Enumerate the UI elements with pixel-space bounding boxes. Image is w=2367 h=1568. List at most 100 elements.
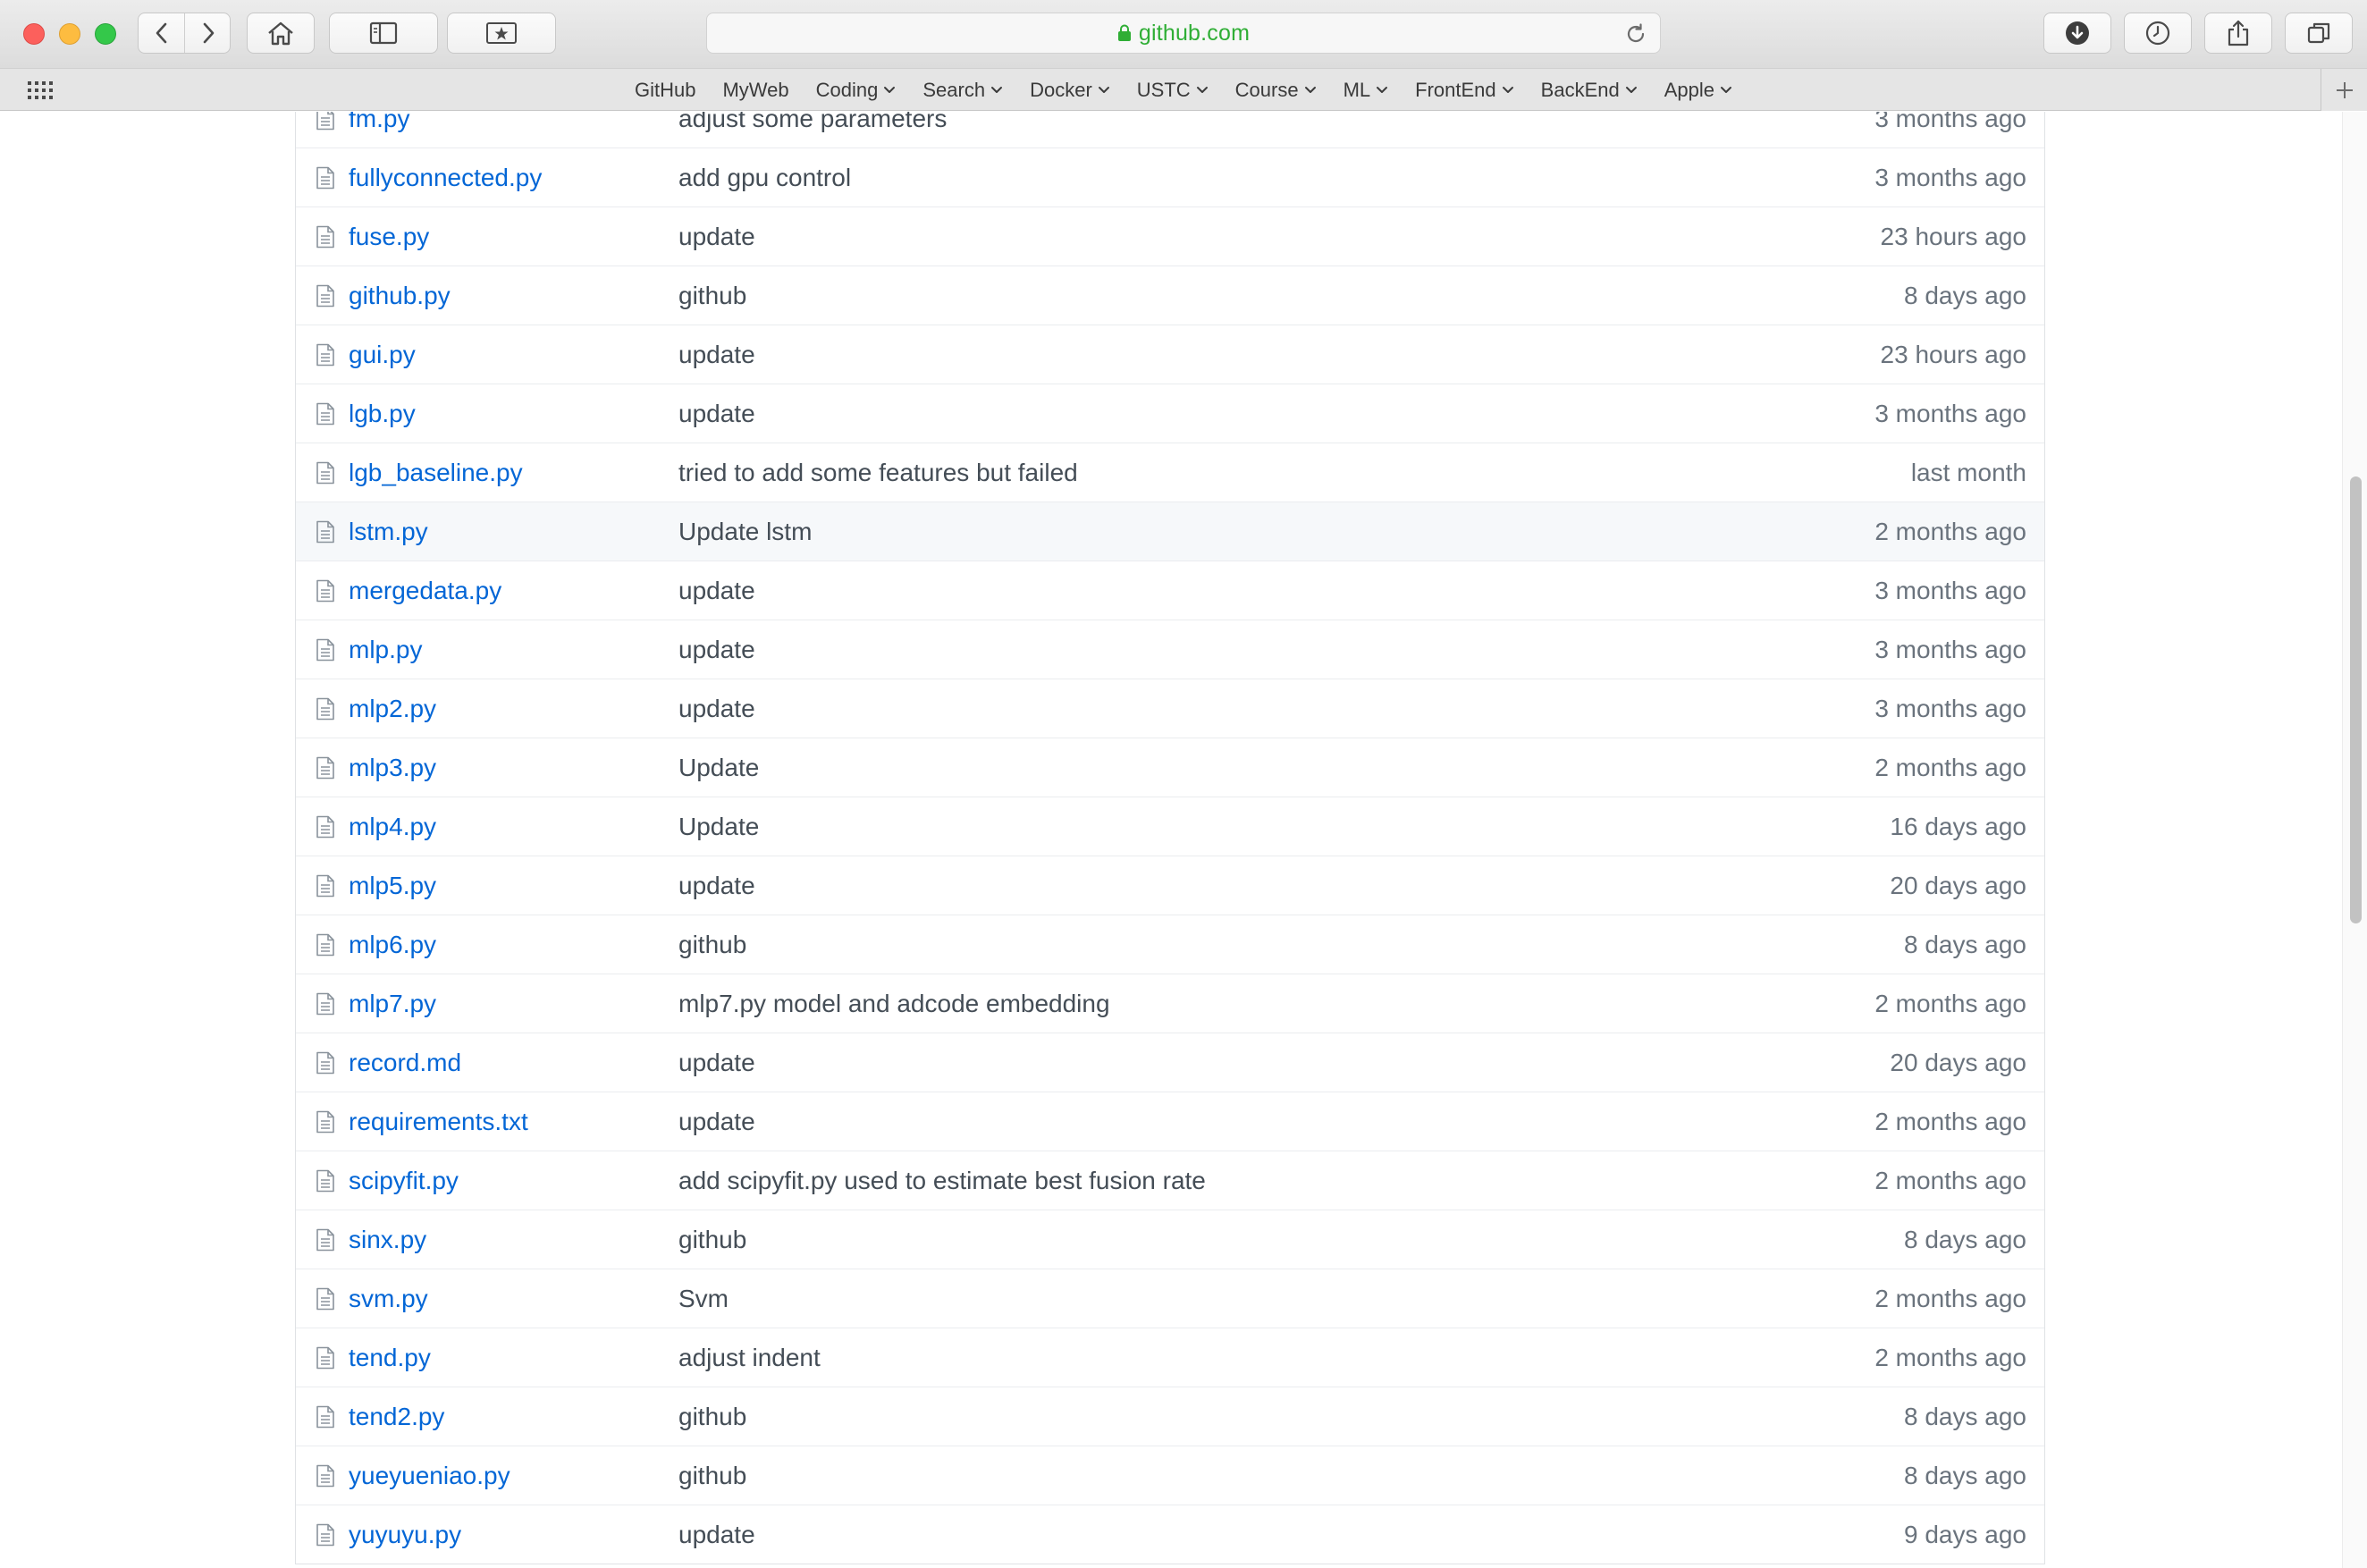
chevron-down-icon bbox=[991, 87, 1003, 93]
commit-message-link[interactable]: update bbox=[678, 341, 755, 369]
commit-message-link[interactable]: Svm bbox=[678, 1285, 729, 1313]
history-button[interactable] bbox=[2124, 13, 2192, 54]
tabs-overview-button[interactable] bbox=[2285, 13, 2353, 54]
bookmark-frontend[interactable]: FrontEnd bbox=[1402, 79, 1528, 102]
file-name-link[interactable]: mlp.py bbox=[349, 636, 422, 664]
commit-message-link[interactable]: adjust indent bbox=[678, 1344, 821, 1372]
bookmark-label: Docker bbox=[1030, 79, 1092, 101]
commit-message-link[interactable]: update bbox=[678, 1049, 755, 1077]
commit-message-link[interactable]: update bbox=[678, 636, 755, 664]
file-name-link[interactable]: tend2.py bbox=[349, 1403, 444, 1431]
commit-message-link[interactable]: github bbox=[678, 1462, 746, 1490]
file-icon bbox=[316, 638, 334, 662]
commit-message-link[interactable]: Update lstm bbox=[678, 518, 812, 546]
file-name-link[interactable]: fuse.py bbox=[349, 223, 429, 251]
file-name-link[interactable]: lstm.py bbox=[349, 518, 428, 546]
minimize-window-button[interactable] bbox=[59, 23, 80, 45]
commit-message-link[interactable]: Update bbox=[678, 813, 759, 841]
commit-age: 8 days ago bbox=[1904, 1461, 2026, 1489]
bookmark-docker[interactable]: Docker bbox=[1016, 79, 1124, 102]
table-row: fullyconnected.py add gpu control 3 months… bbox=[296, 148, 2044, 207]
forward-button[interactable] bbox=[185, 13, 232, 53]
file-name-link[interactable]: tend.py bbox=[349, 1344, 431, 1372]
zoom-window-button[interactable] bbox=[95, 23, 116, 45]
file-name-link[interactable]: fm.py bbox=[349, 112, 409, 133]
commit-message-link[interactable]: update bbox=[678, 1108, 755, 1136]
file-name-link[interactable]: yueyueniao.py bbox=[349, 1462, 510, 1490]
file-name-link[interactable]: mlp6.py bbox=[349, 931, 436, 959]
table-row: fuse.py update 23 hours ago bbox=[296, 207, 2044, 266]
commit-message-link[interactable]: update bbox=[678, 577, 755, 605]
vertical-scrollbar[interactable] bbox=[2342, 112, 2367, 1568]
file-name-link[interactable]: mlp5.py bbox=[349, 872, 436, 900]
home-button[interactable] bbox=[247, 13, 315, 54]
table-row: mergedata.py update 3 months ago bbox=[296, 561, 2044, 620]
commit-age: 23 hours ago bbox=[1880, 340, 2026, 368]
file-name-link[interactable]: scipyfit.py bbox=[349, 1167, 459, 1195]
commit-message-link[interactable]: update bbox=[678, 872, 755, 900]
commit-message-link[interactable]: github bbox=[678, 1403, 746, 1431]
commit-message-link[interactable]: update bbox=[678, 1521, 755, 1549]
bookmark-ml[interactable]: ML bbox=[1330, 79, 1403, 102]
bookmark-ustc[interactable]: USTC bbox=[1124, 79, 1222, 102]
file-name-link[interactable]: mlp2.py bbox=[349, 695, 436, 723]
file-name-link[interactable]: gui.py bbox=[349, 341, 416, 369]
bookmark-label: GitHub bbox=[635, 79, 696, 101]
commit-message-link[interactable]: update bbox=[678, 695, 755, 723]
chevron-down-icon bbox=[884, 87, 896, 93]
commit-message-link[interactable]: update bbox=[678, 223, 755, 251]
new-tab-button[interactable] bbox=[2321, 69, 2367, 111]
commit-message-link[interactable]: github bbox=[678, 1226, 746, 1254]
file-name-link[interactable]: mergedata.py bbox=[349, 577, 501, 605]
bookmark-apple[interactable]: Apple bbox=[1651, 79, 1746, 102]
file-name-link[interactable]: mlp4.py bbox=[349, 813, 436, 841]
commit-age: 8 days ago bbox=[1904, 930, 2026, 958]
close-window-button[interactable] bbox=[23, 23, 45, 45]
reload-icon[interactable] bbox=[1624, 22, 1647, 46]
table-row: mlp2.py update 3 months ago bbox=[296, 679, 2044, 738]
bookmark-label: Course bbox=[1234, 79, 1299, 101]
file-name-link[interactable]: lgb_baseline.py bbox=[349, 459, 523, 487]
table-row: yueyueniao.py github 8 days ago bbox=[296, 1446, 2044, 1505]
commit-message-link[interactable]: mlp7.py model and adcode embedding bbox=[678, 990, 1110, 1018]
file-name-link[interactable]: requirements.txt bbox=[349, 1108, 528, 1136]
bookmark-backend[interactable]: BackEnd bbox=[1528, 79, 1651, 102]
share-button[interactable] bbox=[2204, 13, 2272, 54]
commit-message-link[interactable]: github bbox=[678, 931, 746, 959]
commit-message-link[interactable]: adjust some parameters bbox=[678, 112, 947, 133]
bookmark-github[interactable]: GitHub bbox=[621, 79, 709, 102]
file-name-link[interactable]: svm.py bbox=[349, 1285, 428, 1313]
file-name-link[interactable]: mlp3.py bbox=[349, 754, 436, 782]
top-sites-button[interactable] bbox=[447, 13, 556, 54]
commit-age: 3 months ago bbox=[1874, 163, 2026, 191]
file-name-link[interactable]: github.py bbox=[349, 282, 451, 310]
home-icon bbox=[268, 21, 293, 46]
file-name-link[interactable]: lgb.py bbox=[349, 400, 416, 428]
scrollbar-thumb[interactable] bbox=[2350, 476, 2362, 923]
chevron-down-icon bbox=[1721, 87, 1731, 93]
file-name-link[interactable]: record.md bbox=[349, 1049, 461, 1077]
commit-message-link[interactable]: Update bbox=[678, 754, 759, 782]
bookmark-course[interactable]: Course bbox=[1222, 79, 1330, 102]
file-name-link[interactable]: sinx.py bbox=[349, 1226, 426, 1254]
commit-message-link[interactable]: update bbox=[678, 400, 755, 428]
bookmark-search[interactable]: Search bbox=[909, 79, 1016, 102]
file-name-link[interactable]: yuyuyu.py bbox=[349, 1521, 461, 1549]
commit-message-link[interactable]: add gpu control bbox=[678, 164, 851, 192]
bookmark-label: Search bbox=[922, 79, 986, 101]
bookmark-myweb[interactable]: MyWeb bbox=[709, 79, 802, 102]
commit-age: 3 months ago bbox=[1874, 576, 2026, 604]
file-name-link[interactable]: fullyconnected.py bbox=[349, 164, 542, 192]
page-content: fm.py adjust some parameters 3 months ago f… bbox=[0, 112, 2342, 1568]
file-icon bbox=[316, 756, 334, 780]
file-name-link[interactable]: mlp7.py bbox=[349, 990, 436, 1018]
commit-message-link[interactable]: tried to add some features but failed bbox=[678, 459, 1078, 487]
back-button[interactable] bbox=[139, 13, 185, 53]
commit-message-link[interactable]: add scipyfit.py used to estimate best fu… bbox=[678, 1167, 1206, 1195]
address-bar[interactable]: github.com bbox=[706, 13, 1661, 54]
sidebar-button[interactable] bbox=[329, 13, 438, 54]
file-list-table: fm.py adjust some parameters 3 months ago f… bbox=[295, 112, 2045, 1564]
downloads-button[interactable] bbox=[2043, 13, 2111, 54]
bookmark-coding[interactable]: Coding bbox=[803, 79, 910, 102]
commit-message-link[interactable]: github bbox=[678, 282, 746, 310]
